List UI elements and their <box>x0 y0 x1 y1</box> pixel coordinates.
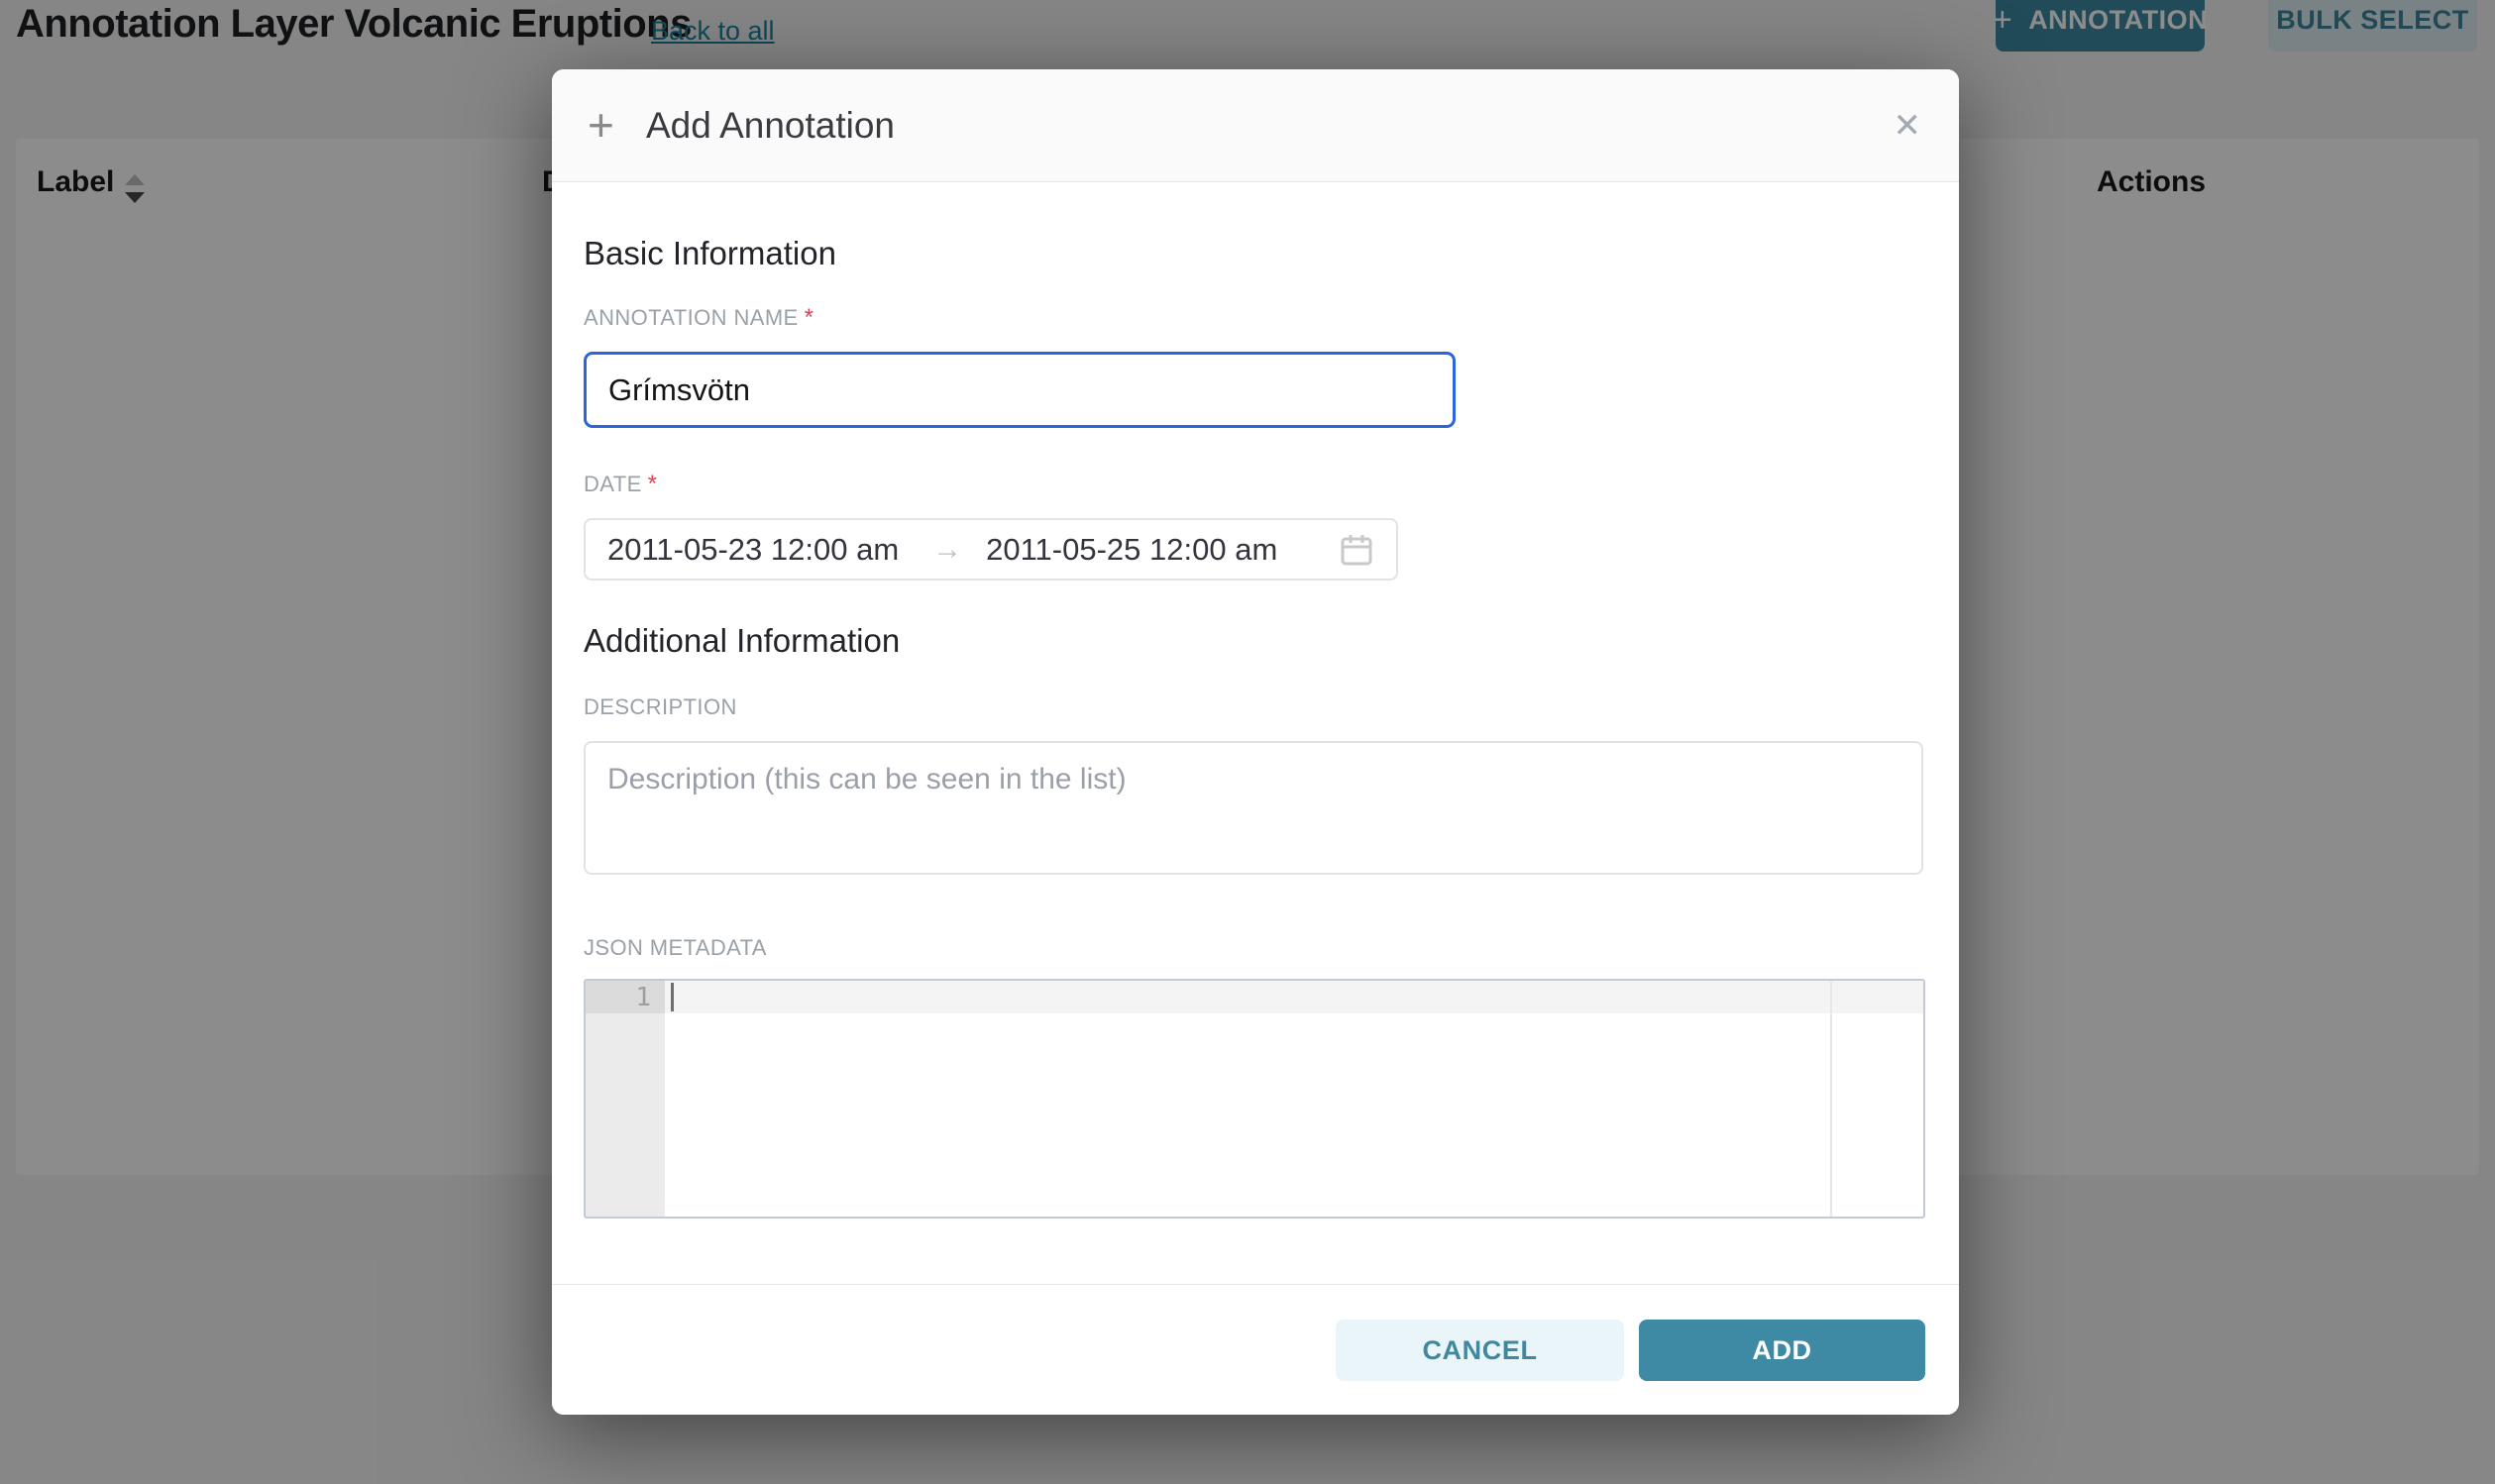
date-start-value[interactable]: 2011-05-23 12:00 am <box>607 532 899 568</box>
editor-print-margin <box>1830 981 1832 1217</box>
required-asterisk: * <box>805 304 814 331</box>
description-textarea[interactable] <box>584 741 1923 875</box>
basic-information-heading: Basic Information <box>584 235 836 272</box>
json-metadata-label: JSON METADATA <box>584 935 767 961</box>
calendar-icon <box>1339 532 1374 568</box>
annotation-name-input[interactable] <box>584 352 1456 428</box>
date-end-value[interactable]: 2011-05-25 12:00 am <box>986 532 1277 568</box>
plus-icon: + <box>588 102 614 148</box>
screen: Annotation Layer Volcanic Eruptions Back… <box>0 0 2495 1484</box>
modal-title: Add Annotation <box>646 105 895 147</box>
additional-information-heading: Additional Information <box>584 622 900 660</box>
required-asterisk: * <box>648 471 658 497</box>
annotation-name-label: ANNOTATION NAME* <box>584 304 814 332</box>
arrow-right-icon: → <box>932 533 962 567</box>
date-label-text: DATE <box>584 472 642 496</box>
annotation-name-label-text: ANNOTATION NAME <box>584 305 799 330</box>
editor-active-line <box>665 981 1923 1013</box>
modal-footer: CANCEL ADD <box>552 1284 1959 1415</box>
json-metadata-editor[interactable]: 1 <box>584 979 1925 1219</box>
date-range-picker[interactable]: 2011-05-23 12:00 am → 2011-05-25 12:00 a… <box>584 518 1398 581</box>
close-icon[interactable]: ✕ <box>1894 109 1922 143</box>
cancel-button[interactable]: CANCEL <box>1336 1320 1624 1381</box>
date-label: DATE* <box>584 471 657 498</box>
editor-cursor <box>671 983 674 1011</box>
editor-line-number: 1 <box>586 981 665 1013</box>
editor-gutter <box>586 981 665 1217</box>
add-annotation-modal: + Add Annotation ✕ Basic Information ANN… <box>552 69 1959 1415</box>
description-label: DESCRIPTION <box>584 694 737 720</box>
modal-header: + Add Annotation ✕ <box>552 69 1959 182</box>
add-button[interactable]: ADD <box>1639 1320 1925 1381</box>
